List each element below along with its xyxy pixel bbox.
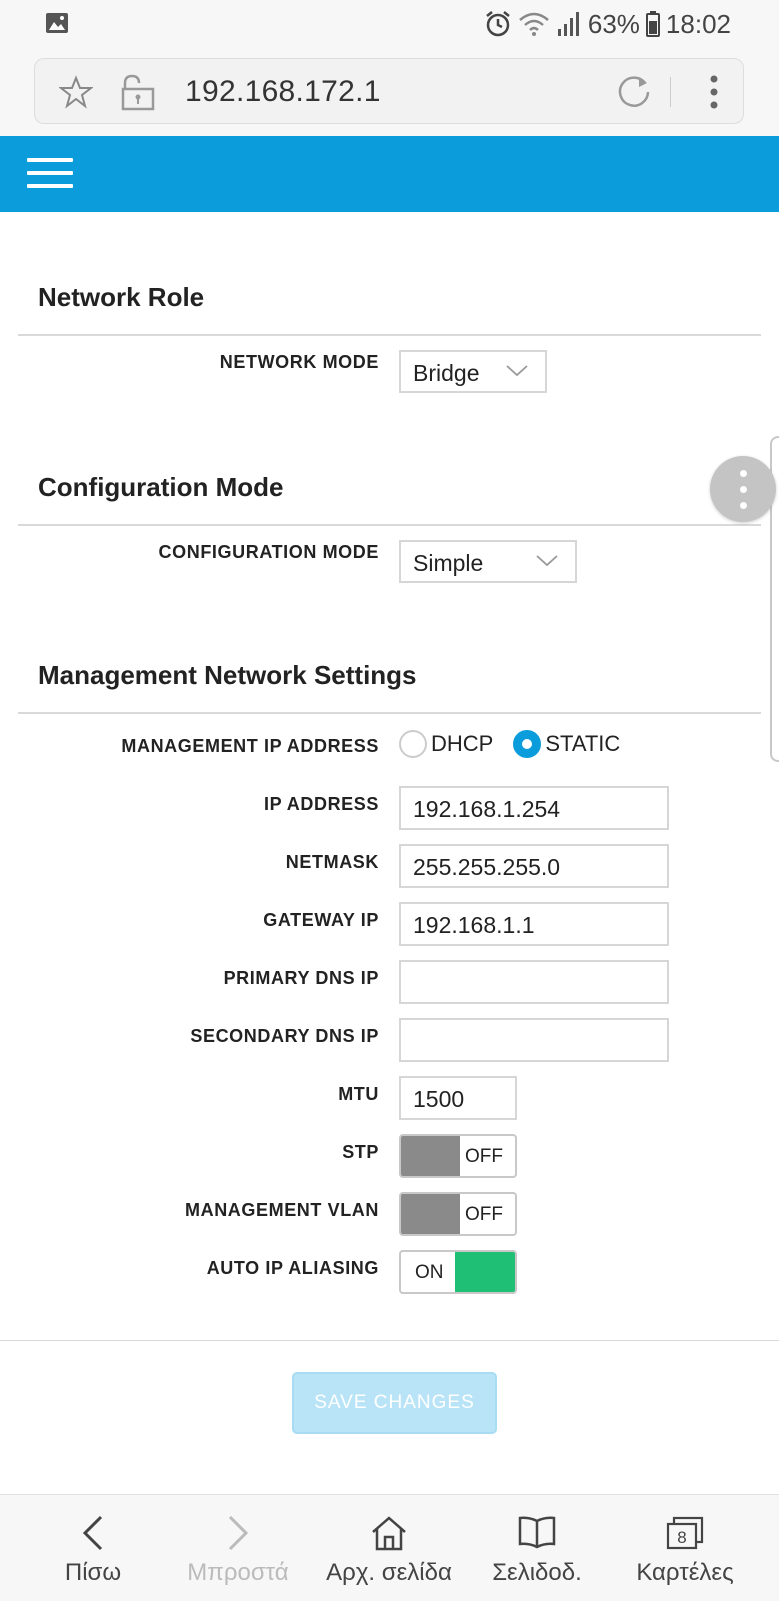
auto-ip-aliasing-label: AUTO IP ALIASING [206,1258,379,1278]
static-radio[interactable] [513,730,542,758]
more-options-icon[interactable] [710,456,776,522]
nav-forward[interactable]: Μπροστά [163,1495,313,1601]
network-mode-select[interactable]: Bridge [399,350,547,393]
dhcp-label: DHCP [431,731,494,756]
app-header [0,136,779,212]
auto-ip-aliasing-toggle[interactable]: ON [399,1250,517,1294]
nav-home[interactable]: Αρχ. σελίδα [314,1495,464,1601]
wifi-icon [519,12,549,36]
bookmark-star-icon[interactable] [59,75,93,109]
save-changes-button[interactable]: SAVE CHANGES [292,1372,497,1434]
alarm-icon [486,11,510,37]
static-label: STATIC [545,731,621,756]
management-vlan-state: OFF [465,1204,503,1225]
battery-percent: 63% [587,8,640,39]
settings-content: Network Role NETWORK MODE Bridge Configu… [0,212,779,1494]
ip-address-input[interactable]: 192.168.1.254 [399,786,669,830]
section-title-management-network: Management Network Settings [38,660,417,690]
configuration-mode-label: CONFIGURATION MODE [158,542,379,562]
gallery-icon [46,13,68,33]
section-title-network-role: Network Role [38,282,205,312]
address-bar[interactable]: 192.168.172.1 [34,58,744,124]
netmask-label: NETMASK [285,852,379,872]
unlocked-padlock-icon[interactable] [117,73,155,111]
management-vlan-toggle[interactable]: OFF [399,1192,517,1236]
reload-icon[interactable] [615,73,653,111]
tab-count: 8 [677,1528,686,1547]
gateway-ip-input[interactable]: 192.168.1.1 [399,902,669,946]
battery-icon [645,11,660,37]
nav-bookmarks-label: Σελιδοδ. [492,1559,582,1586]
clock: 18:02 [665,8,731,39]
management-ip-radio-group: DHCP STATIC [399,728,620,760]
stp-toggle[interactable]: OFF [399,1134,517,1178]
secondary-dns-label: SECONDARY DNS IP [190,1026,379,1046]
forward-arrow-icon [228,1515,249,1551]
section-divider [18,524,761,526]
nav-forward-label: Μπροστά [187,1559,289,1586]
open-book-icon [518,1516,556,1549]
secondary-dns-input[interactable] [399,1018,669,1062]
footer-divider [0,1340,779,1341]
gateway-ip-label: GATEWAY IP [263,910,379,930]
network-mode-label: NETWORK MODE [219,352,379,372]
browser-bottom-nav: Πίσω Μπροστά Αρχ. σελίδα Σελιδοδ. 8 Καρτ… [0,1494,779,1600]
toolbar-divider [670,77,671,107]
mtu-input[interactable]: 1500 [399,1076,517,1120]
nav-back[interactable]: Πίσω [18,1495,168,1601]
section-divider [18,334,761,336]
chevron-down-icon [536,555,558,567]
configuration-mode-value: Simple [413,550,484,576]
stp-state: OFF [465,1146,503,1167]
nav-tabs[interactable]: 8 Καρτέλες [610,1495,760,1601]
nav-home-label: Αρχ. σελίδα [326,1559,452,1586]
dhcp-radio[interactable] [399,730,427,758]
network-mode-value: Bridge [413,360,480,386]
more-vertical-icon[interactable] [709,75,719,109]
ip-address-label: IP ADDRESS [263,794,379,814]
home-icon [372,1516,406,1551]
primary-dns-input[interactable] [399,960,669,1004]
mtu-label: MTU [338,1084,379,1104]
toggle-knob [401,1194,460,1234]
status-bar: 63% 18:02 [0,0,779,48]
auto-ip-aliasing-state: ON [415,1262,444,1283]
section-title-configuration-mode: Configuration Mode [38,472,284,502]
section-divider [18,712,761,714]
nav-back-label: Πίσω [64,1559,122,1586]
configuration-mode-select[interactable]: Simple [399,540,577,583]
hamburger-menu-icon[interactable] [27,156,75,192]
nav-tabs-label: Καρτέλες [636,1559,734,1586]
toggle-knob [455,1252,515,1292]
url-text[interactable]: 192.168.172.1 [185,75,381,109]
signal-icon [557,12,579,36]
netmask-input[interactable]: 255.255.255.0 [399,844,669,888]
stp-label: STP [342,1142,379,1162]
management-vlan-label: MANAGEMENT VLAN [185,1200,379,1220]
nav-bookmarks[interactable]: Σελιδοδ. [462,1495,612,1601]
back-arrow-icon [82,1515,103,1551]
toggle-knob [401,1136,460,1176]
chevron-down-icon [506,365,528,377]
primary-dns-label: PRIMARY DNS IP [223,968,379,988]
tabs-icon: 8 [666,1516,704,1550]
management-ip-address-label: MANAGEMENT IP ADDRESS [121,736,379,756]
